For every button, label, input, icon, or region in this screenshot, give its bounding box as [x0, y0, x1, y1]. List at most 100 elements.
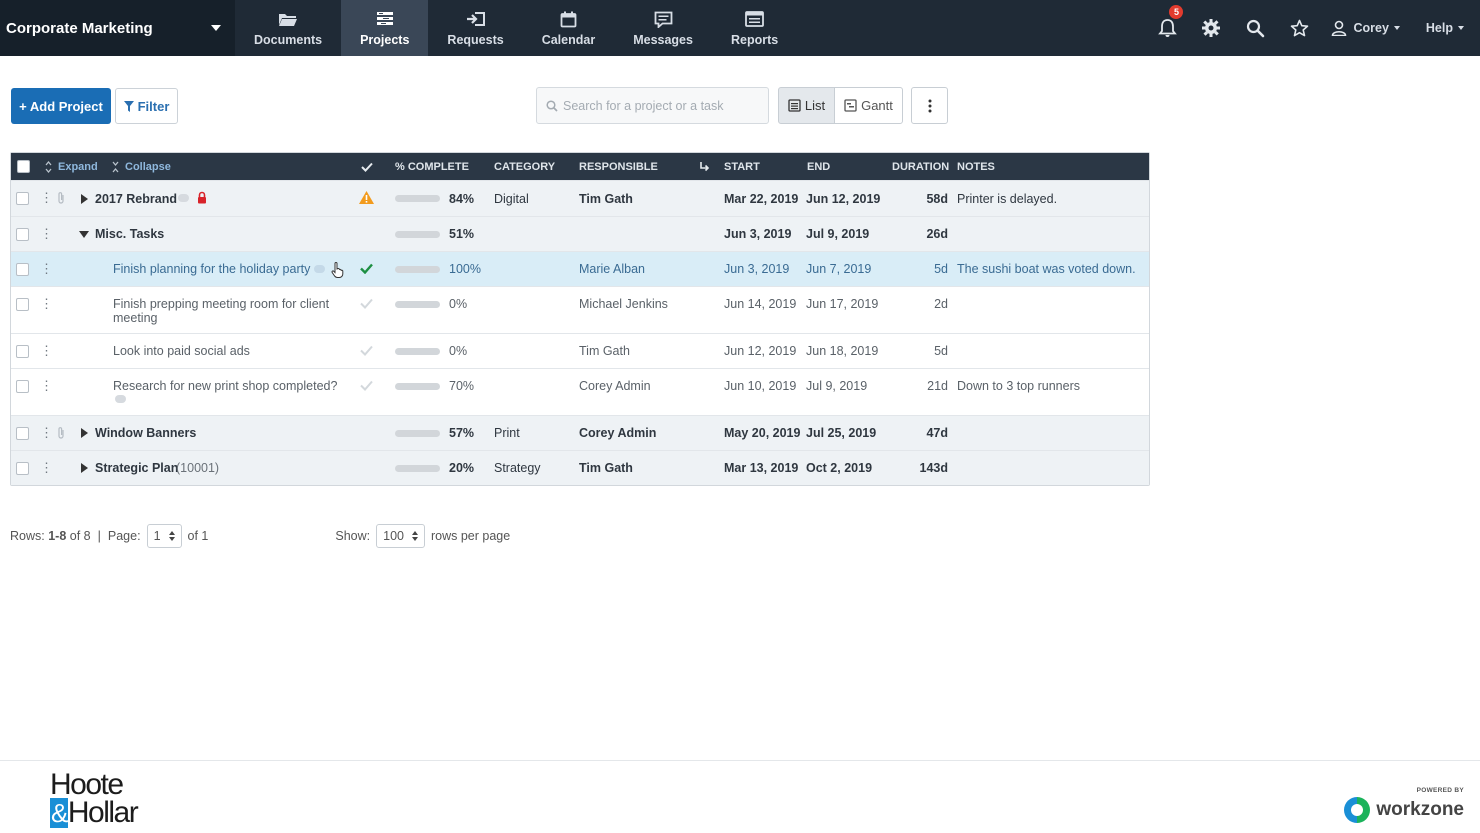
tab-reports[interactable]: Reports	[712, 0, 797, 56]
progress-bar	[395, 430, 440, 437]
comment-bubble-icon[interactable]	[178, 194, 189, 202]
favorites-button[interactable]	[1277, 0, 1321, 56]
select-all-checkbox[interactable]	[17, 160, 30, 173]
completed-checkmark-icon[interactable]	[360, 263, 373, 277]
row-checkbox[interactable]	[16, 192, 29, 205]
gantt-view-button[interactable]: Gantt	[834, 87, 903, 124]
row-checkbox[interactable]	[16, 263, 29, 276]
tab-messages[interactable]: Messages	[614, 0, 712, 56]
col-category[interactable]: CATEGORY	[494, 153, 555, 180]
col-end[interactable]: END	[807, 153, 830, 180]
col-start[interactable]: START	[724, 153, 760, 180]
mark-complete-checkmark-icon[interactable]	[360, 380, 373, 394]
select-all-checkbox-wrap[interactable]	[17, 153, 30, 180]
col-complete[interactable]: % COMPLETE	[395, 153, 469, 180]
table-row[interactable]: ⋮ Misc. Tasks 51% Jun 3, 2019 Jul 9, 201…	[11, 216, 1149, 251]
responsible[interactable]: Corey Admin	[579, 426, 656, 440]
list-view-button[interactable]: List	[778, 87, 835, 124]
tab-requests[interactable]: Requests	[428, 0, 522, 56]
table-row[interactable]: ⋮ Finish prepping meeting room for clien…	[11, 286, 1149, 333]
settings-button[interactable]	[1189, 0, 1233, 56]
filter-button[interactable]: Filter	[115, 88, 178, 124]
row-checkbox[interactable]	[16, 462, 29, 475]
row-menu-dots-icon[interactable]: ⋮	[40, 344, 53, 357]
notifications-button[interactable]: 5	[1145, 0, 1189, 56]
row-menu-dots-icon[interactable]: ⋮	[40, 262, 53, 275]
notes[interactable]: The sushi boat was voted down.	[957, 262, 1136, 276]
expand-row-icon[interactable]	[81, 463, 88, 473]
collapse-row-icon[interactable]	[79, 231, 89, 238]
expand-row-icon[interactable]	[81, 194, 88, 204]
row-menu-dots-icon[interactable]: ⋮	[40, 461, 53, 474]
table-row[interactable]: ⋮ Window Banners 57% Print Corey Admin M…	[11, 415, 1149, 450]
expand-all-button[interactable]: Expand	[45, 153, 98, 180]
task-name[interactable]: Look into paid social ads	[113, 344, 250, 358]
task-name[interactable]: Research for new print shop completed?	[113, 379, 337, 393]
rows-label: Rows:	[10, 529, 45, 543]
row-checkbox[interactable]	[16, 427, 29, 440]
table-row[interactable]: ⋮ Research for new print shop completed?…	[11, 368, 1149, 415]
row-menu-dots-icon[interactable]: ⋮	[40, 191, 53, 204]
col-duration[interactable]: DURATION	[892, 153, 949, 180]
row-menu-dots-icon[interactable]: ⋮	[40, 297, 53, 310]
tab-documents[interactable]: Documents	[235, 0, 341, 56]
collapse-all-button[interactable]: Collapse	[112, 153, 171, 180]
rows-per-page-select[interactable]: 100	[376, 524, 425, 548]
task-name[interactable]: Finish prepping meeting room for client	[113, 297, 329, 311]
add-project-label: + Add Project	[19, 98, 103, 114]
search-button[interactable]	[1233, 0, 1277, 56]
help-menu[interactable]: Help	[1414, 0, 1480, 56]
notes[interactable]: Printer is delayed.	[957, 192, 1057, 206]
comment-bubble-icon[interactable]	[314, 265, 325, 273]
responsible[interactable]: Tim Gath	[579, 344, 630, 358]
table-row[interactable]: ⋮ Finish planning for the holiday party …	[11, 251, 1149, 286]
col-notes[interactable]: NOTES	[957, 153, 995, 180]
search-input[interactable]	[563, 98, 753, 113]
row-checkbox[interactable]	[16, 345, 29, 358]
tab-projects[interactable]: Projects	[341, 0, 429, 56]
page-select[interactable]: 1	[146, 524, 182, 548]
row-checkbox[interactable]	[16, 380, 29, 393]
start-date: Jun 14, 2019	[724, 297, 797, 311]
project-name[interactable]: 2017 Rebrand	[95, 192, 177, 206]
search-field[interactable]	[536, 87, 769, 124]
expand-row-icon[interactable]	[81, 428, 88, 438]
project-name[interactable]: Window Banners	[95, 426, 196, 440]
mark-complete-checkmark-icon[interactable]	[360, 345, 373, 359]
user-menu[interactable]: Corey	[1321, 0, 1413, 56]
row-menu-dots-icon[interactable]: ⋮	[40, 379, 53, 392]
task-name-continued[interactable]: meeting	[113, 311, 157, 325]
row-menu-dots-icon[interactable]: ⋮	[40, 227, 53, 240]
responsible[interactable]: Marie Alban	[579, 262, 645, 276]
progress-bar	[395, 465, 440, 472]
responsible[interactable]: Corey Admin	[579, 379, 651, 393]
project-id: (10001)	[176, 461, 220, 475]
mark-complete-checkmark-icon[interactable]	[360, 298, 373, 312]
row-checkbox[interactable]	[16, 228, 29, 241]
responsible[interactable]: Tim Gath	[579, 192, 633, 206]
table-row[interactable]: ⋮ Look into paid social ads 0% Tim Gath …	[11, 333, 1149, 368]
brand-logo: Hoote &Hollar	[50, 770, 139, 828]
task-name[interactable]: Finish planning for the holiday party	[113, 262, 310, 276]
row-checkbox[interactable]	[16, 298, 29, 311]
col-responsible[interactable]: RESPONSIBLE	[579, 153, 658, 180]
notes[interactable]: Down to 3 top runners	[957, 379, 1080, 393]
dependency-column-header[interactable]	[699, 153, 710, 180]
project-name[interactable]: Strategic Plan	[95, 461, 178, 475]
responsible[interactable]: Tim Gath	[579, 461, 633, 475]
comment-bubble-icon[interactable]	[115, 395, 126, 403]
attachment-icon	[57, 191, 65, 208]
row-menu-dots-icon[interactable]: ⋮	[40, 426, 53, 439]
show-label: Show:	[335, 529, 371, 543]
tab-calendar[interactable]: Calendar	[523, 0, 615, 56]
group-name[interactable]: Misc. Tasks	[95, 227, 164, 241]
add-project-button[interactable]: + Add Project	[11, 88, 111, 124]
table-row[interactable]: ⋮ Strategic Plan (10001) 20% Strategy Ti…	[11, 450, 1149, 485]
more-options-button[interactable]	[911, 87, 948, 124]
checkmark-icon	[361, 162, 373, 172]
done-column-header[interactable]	[361, 153, 373, 180]
projects-table: Expand Collapse % COMPLETE CATEGORY RESP…	[10, 152, 1150, 486]
workspace-selector[interactable]: Corporate Marketing	[0, 0, 235, 56]
table-row[interactable]: ⋮ 2017 Rebrand 84% Digital Tim Gath Mar …	[11, 180, 1149, 216]
responsible[interactable]: Michael Jenkins	[579, 297, 668, 311]
